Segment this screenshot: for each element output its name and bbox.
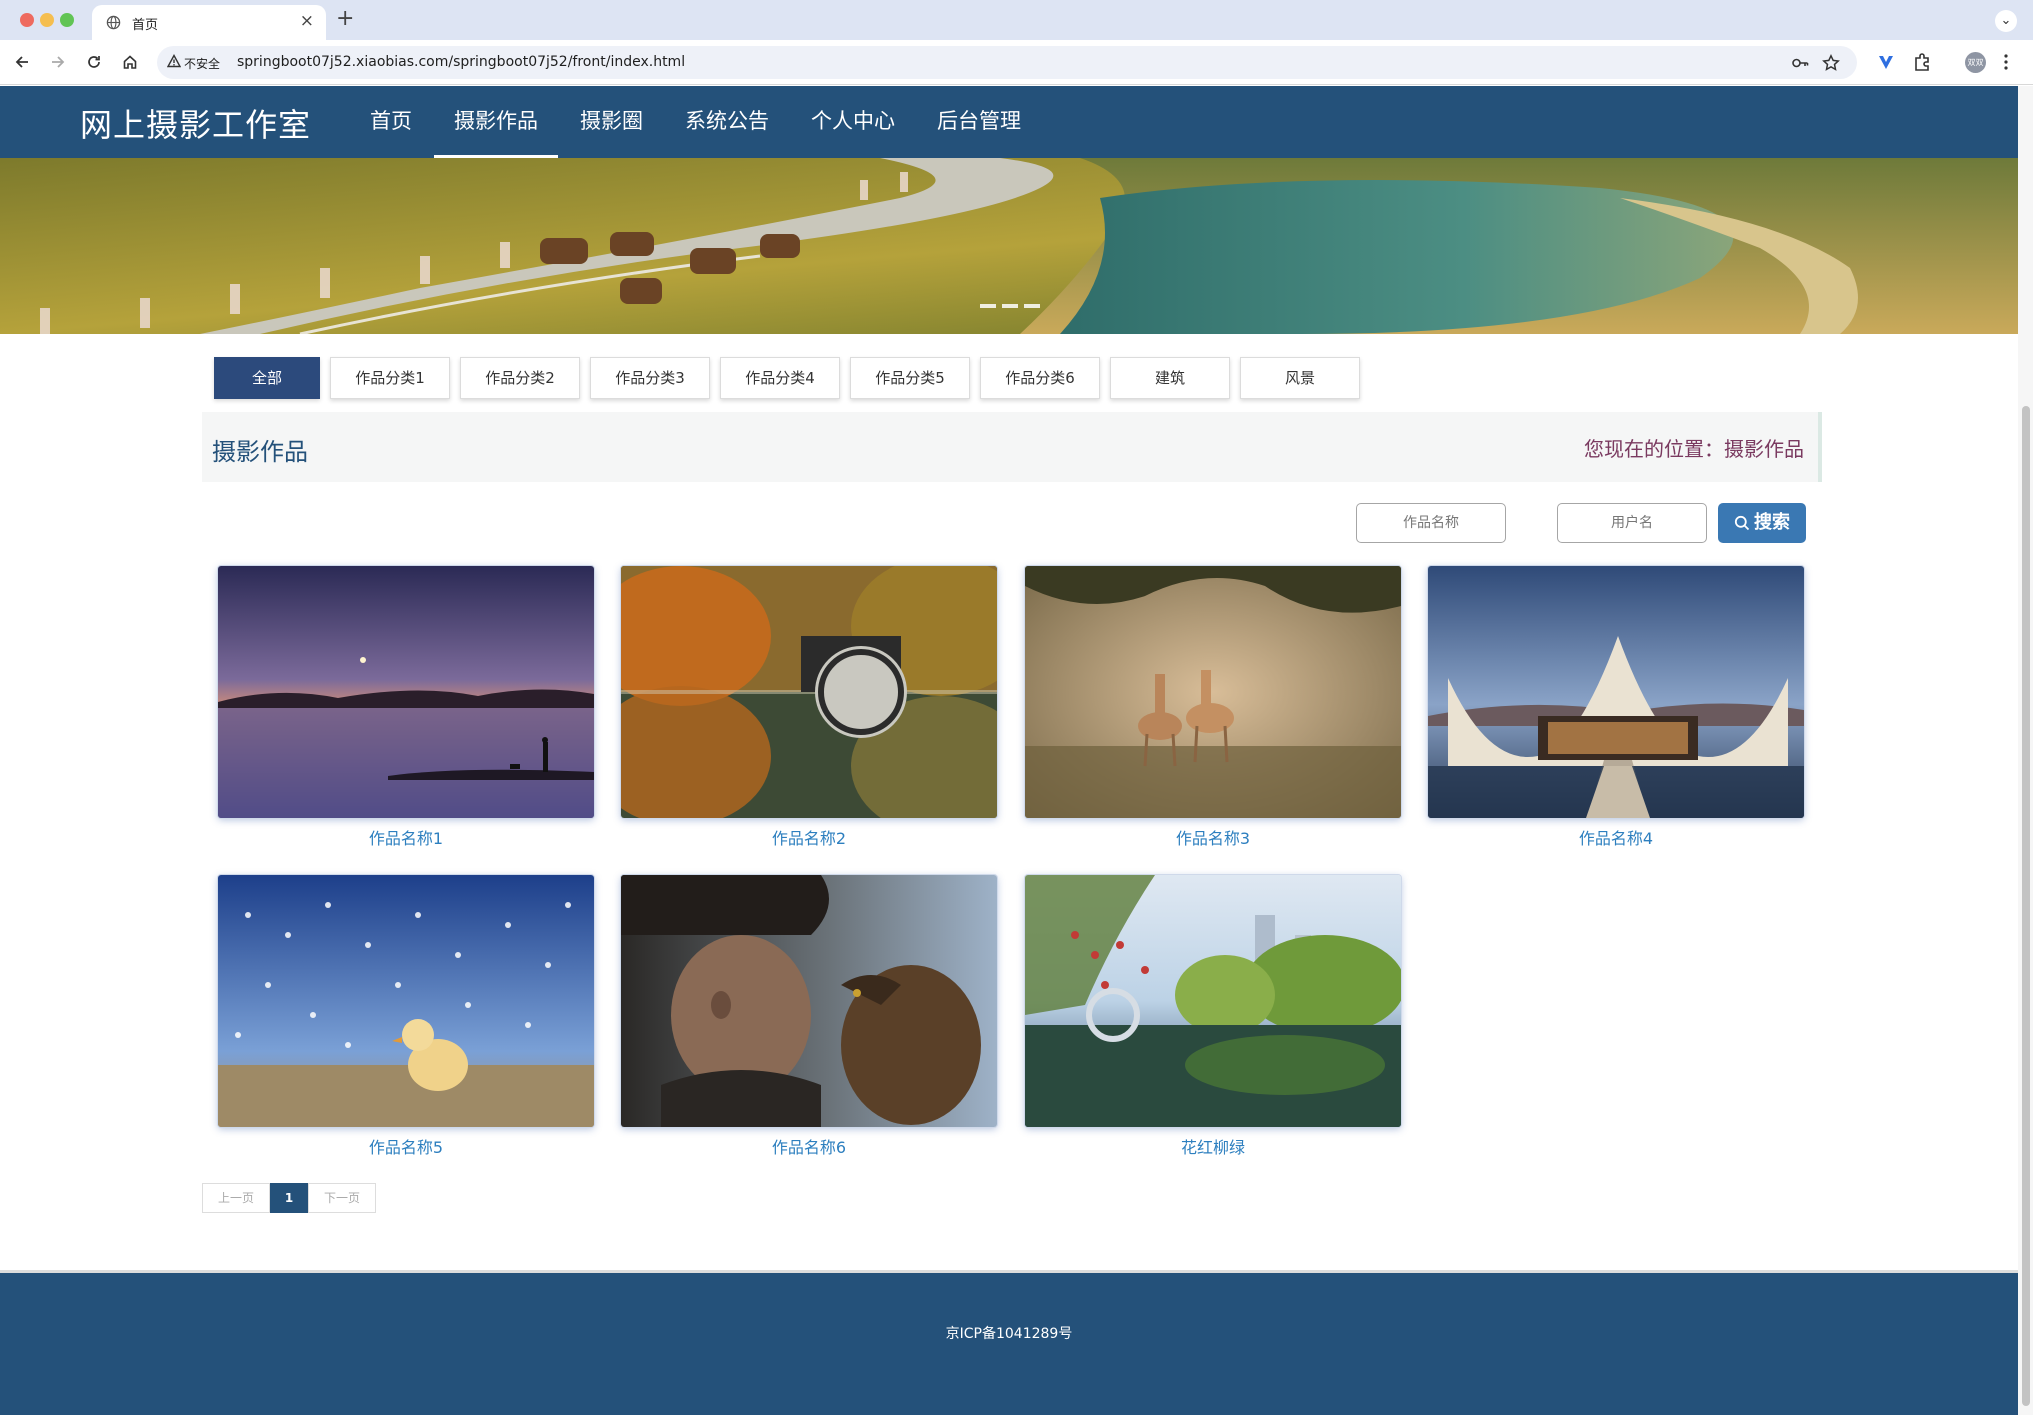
page-number-button[interactable]: 1 — [270, 1183, 308, 1213]
work-name-link[interactable]: 作品名称1 — [218, 825, 594, 849]
work-name-link[interactable]: 作品名称2 — [621, 825, 997, 849]
globe-icon — [106, 15, 121, 30]
work-card[interactable]: 作品名称1 — [218, 566, 594, 849]
reload-icon[interactable] — [82, 50, 106, 74]
breadcrumb: 您现在的位置：摄影作品 — [1584, 437, 1804, 461]
work-card[interactable]: 作品名称4 — [1428, 566, 1804, 849]
address-bar[interactable]: 不安全 springboot07j52.xiaobias.com/springb… — [157, 46, 1857, 79]
work-card[interactable]: 花红柳绿 — [1025, 875, 1401, 1158]
pagination: 上一页 1 下一页 — [202, 1183, 376, 1213]
search-button-label: 搜索 — [1754, 512, 1790, 533]
prev-page-button[interactable]: 上一页 — [202, 1183, 270, 1213]
icp-record: 京ICP备1041289号 — [945, 1326, 1073, 1342]
extension-v-icon[interactable] — [1876, 52, 1896, 72]
category-button[interactable]: 作品分类5 — [850, 357, 970, 399]
work-image[interactable] — [1025, 566, 1401, 818]
nav-item-admin[interactable]: 后台管理 — [917, 86, 1041, 158]
warning-icon — [167, 54, 181, 68]
site-header: 网上摄影工作室 首页 摄影作品 摄影圈 系统公告 个人中心 后台管理 — [0, 86, 2018, 158]
browser-tab-strip: 首页 × + ⌄ — [0, 0, 2033, 40]
category-button[interactable]: 全部 — [214, 357, 320, 399]
section-header: 摄影作品 您现在的位置：摄影作品 — [202, 412, 1822, 482]
tab-title: 首页 — [132, 18, 159, 33]
next-page-button[interactable]: 下一页 — [308, 1183, 376, 1213]
work-image[interactable] — [1025, 875, 1401, 1127]
category-button[interactable]: 风景 — [1240, 357, 1360, 399]
work-image[interactable] — [1428, 566, 1804, 818]
work-card[interactable]: 作品名称2 — [621, 566, 997, 849]
work-card[interactable]: 作品名称5 — [218, 875, 594, 1158]
window-minimize-button[interactable] — [40, 13, 54, 27]
site-footer: 京ICP备1041289号 — [0, 1270, 2018, 1415]
browser-tab[interactable]: 首页 × — [92, 5, 326, 40]
browser-toolbar: 不安全 springboot07j52.xiaobias.com/springb… — [0, 40, 2033, 85]
forward-icon[interactable] — [46, 50, 70, 74]
work-name-link[interactable]: 作品名称5 — [218, 1134, 594, 1158]
star-icon[interactable] — [1822, 54, 1840, 72]
banner-carousel[interactable] — [0, 158, 2018, 334]
main-nav: 首页 摄影作品 摄影圈 系统公告 个人中心 后台管理 — [350, 86, 1043, 158]
scrollbar-thumb[interactable] — [2022, 406, 2030, 1406]
chevron-down-icon[interactable]: ⌄ — [1995, 10, 2017, 32]
search-button[interactable]: 搜索 — [1718, 503, 1806, 543]
carousel-dot[interactable] — [1024, 304, 1040, 308]
category-button[interactable]: 作品分类3 — [590, 357, 710, 399]
work-image[interactable] — [218, 566, 594, 818]
category-button[interactable]: 作品分类1 — [330, 357, 450, 399]
carousel-indicators — [980, 304, 1040, 308]
profile-avatar[interactable]: 双双 — [1965, 52, 1986, 73]
back-icon[interactable] — [10, 50, 34, 74]
work-card[interactable]: 作品名称6 — [621, 875, 997, 1158]
work-card[interactable]: 作品名称3 — [1025, 566, 1401, 849]
category-button[interactable]: 作品分类2 — [460, 357, 580, 399]
nav-item-works[interactable]: 摄影作品 — [434, 86, 558, 158]
window-close-button[interactable] — [20, 13, 34, 27]
nav-item-circle[interactable]: 摄影圈 — [560, 86, 663, 158]
work-image[interactable] — [621, 566, 997, 818]
category-button[interactable]: 作品分类4 — [720, 357, 840, 399]
work-name-link[interactable]: 作品名称4 — [1428, 825, 1804, 849]
category-filter: 全部 作品分类1 作品分类2 作品分类3 作品分类4 作品分类5 作品分类6 建筑 风景 — [214, 357, 1360, 399]
new-tab-icon[interactable]: + — [336, 6, 354, 31]
username-search-input[interactable]: 用户名 — [1557, 503, 1707, 543]
work-name-link[interactable]: 作品名称3 — [1025, 825, 1401, 849]
page-scrollbar[interactable] — [2018, 86, 2033, 1415]
nav-item-announcements[interactable]: 系统公告 — [665, 86, 789, 158]
url-text[interactable]: springboot07j52.xiaobias.com/springboot0… — [237, 54, 685, 70]
work-name-link[interactable]: 作品名称6 — [621, 1134, 997, 1158]
page-content: 网上摄影工作室 首页 摄影作品 摄影圈 系统公告 个人中心 后台管理 全部 作品… — [0, 86, 2018, 1415]
carousel-dot[interactable] — [980, 304, 996, 308]
window-maximize-button[interactable] — [60, 13, 74, 27]
work-image[interactable] — [218, 875, 594, 1127]
site-title[interactable]: 网上摄影工作室 — [80, 100, 311, 146]
key-icon[interactable] — [1791, 54, 1809, 72]
tab-close-icon[interactable]: × — [300, 11, 314, 31]
work-image[interactable] — [621, 875, 997, 1127]
insecure-label: 不安全 — [184, 57, 221, 71]
nav-item-profile[interactable]: 个人中心 — [791, 86, 915, 158]
section-title: 摄影作品 — [212, 438, 308, 466]
carousel-dot[interactable] — [1002, 304, 1018, 308]
puzzle-icon[interactable] — [1912, 52, 1932, 72]
search-icon — [1734, 515, 1750, 531]
category-button[interactable]: 建筑 — [1110, 357, 1230, 399]
nav-item-home[interactable]: 首页 — [350, 86, 432, 158]
work-name-search-input[interactable]: 作品名称 — [1356, 503, 1506, 543]
home-icon[interactable] — [118, 50, 142, 74]
category-button[interactable]: 作品分类6 — [980, 357, 1100, 399]
menu-dots-icon[interactable] — [2000, 52, 2012, 72]
work-name-link[interactable]: 花红柳绿 — [1025, 1134, 1401, 1158]
